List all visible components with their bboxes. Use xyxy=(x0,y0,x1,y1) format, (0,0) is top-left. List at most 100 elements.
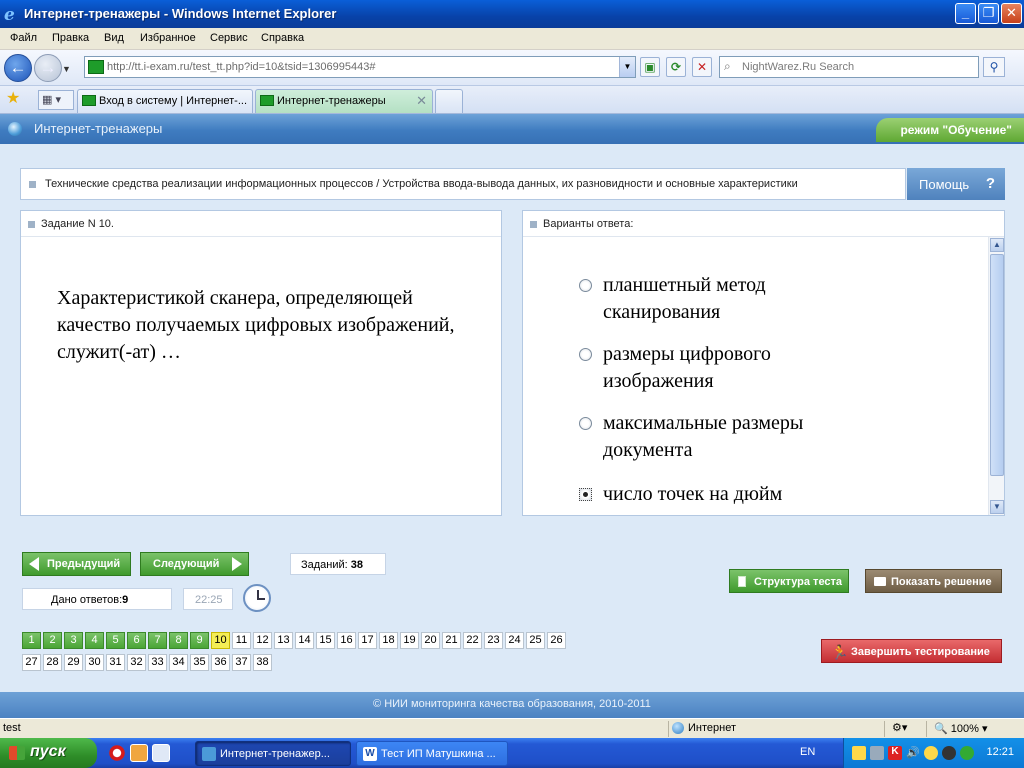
tray-icon[interactable] xyxy=(960,746,974,760)
zoom-level[interactable]: 🔍 100% ▾ xyxy=(934,722,987,735)
task-number-8[interactable]: 8 xyxy=(169,632,188,649)
task-number-16[interactable]: 16 xyxy=(337,632,356,649)
task-number-20[interactable]: 20 xyxy=(421,632,440,649)
help-button[interactable]: Помощь ? xyxy=(907,168,1005,200)
taskbar-item-ie[interactable]: Интернет-тренажер... xyxy=(195,741,351,766)
task-number-37[interactable]: 37 xyxy=(232,654,251,671)
task-number-25[interactable]: 25 xyxy=(526,632,545,649)
task-number-22[interactable]: 22 xyxy=(463,632,482,649)
answered-value: 9 xyxy=(122,594,129,606)
show-desktop-icon[interactable] xyxy=(152,744,170,762)
task-number-34[interactable]: 34 xyxy=(169,654,188,671)
task-number-9[interactable]: 9 xyxy=(190,632,209,649)
previous-button[interactable]: Предыдущий xyxy=(22,552,131,576)
menu-edit[interactable]: Правка xyxy=(52,32,89,44)
radio-button[interactable] xyxy=(579,279,592,292)
menu-help[interactable]: Справка xyxy=(261,32,304,44)
task-number-11[interactable]: 11 xyxy=(232,632,251,649)
next-button[interactable]: Следующий xyxy=(140,552,249,576)
favorites-star-icon[interactable]: ★ xyxy=(6,88,20,108)
task-number-6[interactable]: 6 xyxy=(127,632,146,649)
task-number-19[interactable]: 19 xyxy=(400,632,419,649)
address-dropdown-icon[interactable]: ▼ xyxy=(619,57,635,77)
task-number-30[interactable]: 30 xyxy=(85,654,104,671)
task-number-14[interactable]: 14 xyxy=(295,632,314,649)
close-button[interactable]: ✕ xyxy=(1001,3,1022,24)
task-number-15[interactable]: 15 xyxy=(316,632,335,649)
search-button[interactable]: ⚲ xyxy=(983,57,1005,77)
task-number-23[interactable]: 23 xyxy=(484,632,503,649)
compatibility-icon[interactable]: ▣ xyxy=(640,57,660,77)
search-placeholder: NightWarez.Ru Search xyxy=(742,61,855,73)
task-number-1[interactable]: 1 xyxy=(22,632,41,649)
tray-icon[interactable] xyxy=(870,746,884,760)
task-number-32[interactable]: 32 xyxy=(127,654,146,671)
test-structure-button[interactable]: Структура теста xyxy=(729,569,849,593)
quick-tabs-button[interactable]: ▦ ▾ xyxy=(38,90,74,110)
task-number-35[interactable]: 35 xyxy=(190,654,209,671)
book-icon xyxy=(874,577,886,586)
opera-icon[interactable] xyxy=(108,744,126,762)
task-number-28[interactable]: 28 xyxy=(43,654,62,671)
tab-trainers[interactable]: Интернет-тренажеры ✕ xyxy=(255,89,433,113)
menu-favorites[interactable]: Избранное xyxy=(140,32,196,44)
minimize-button[interactable]: _ xyxy=(955,3,976,24)
task-number-38[interactable]: 38 xyxy=(253,654,272,671)
volume-icon[interactable]: 🔊 xyxy=(906,746,920,760)
radio-button-selected[interactable] xyxy=(579,488,592,501)
task-number-36[interactable]: 36 xyxy=(211,654,230,671)
history-dropdown-icon[interactable]: ▼ xyxy=(62,64,71,74)
start-button[interactable]: пуск xyxy=(0,738,97,768)
task-number-2[interactable]: 2 xyxy=(43,632,62,649)
new-tab-button[interactable] xyxy=(435,89,463,113)
maximize-button[interactable]: ❐ xyxy=(978,3,999,24)
taskbar-item-word[interactable]: W Тест ИП Матушкина ... xyxy=(356,741,508,766)
forward-button[interactable]: → xyxy=(34,54,62,82)
task-number-24[interactable]: 24 xyxy=(505,632,524,649)
back-button[interactable]: ← xyxy=(4,54,32,82)
task-number-4[interactable]: 4 xyxy=(85,632,104,649)
task-number-3[interactable]: 3 xyxy=(64,632,83,649)
menu-view[interactable]: Вид xyxy=(104,32,124,44)
radio-button[interactable] xyxy=(579,348,592,361)
answer-text: размеры цифрового изображения xyxy=(603,343,771,392)
answers-scrollbar[interactable]: ▲ ▼ xyxy=(988,237,1004,515)
search-input[interactable]: ⌕ NightWarez.Ru Search xyxy=(719,56,979,78)
task-number-5[interactable]: 5 xyxy=(106,632,125,649)
tray-icon[interactable] xyxy=(852,746,866,760)
task-number-13[interactable]: 13 xyxy=(274,632,293,649)
radio-button[interactable] xyxy=(579,417,592,430)
task-number-12[interactable]: 12 xyxy=(253,632,272,649)
menu-tools[interactable]: Сервис xyxy=(210,32,248,44)
finish-test-button[interactable]: 🏃 Завершить тестирование xyxy=(821,639,1002,663)
scroll-up-icon[interactable]: ▲ xyxy=(990,238,1004,252)
tab-favicon xyxy=(260,95,274,106)
task-number-29[interactable]: 29 xyxy=(64,654,83,671)
menu-file[interactable]: Файл xyxy=(10,32,37,44)
task-number-27[interactable]: 27 xyxy=(22,654,41,671)
task-number-10[interactable]: 10 xyxy=(211,632,230,649)
show-solution-button[interactable]: Показать решение xyxy=(865,569,1002,593)
task-number-7[interactable]: 7 xyxy=(148,632,167,649)
tray-icon[interactable] xyxy=(942,746,956,760)
task-number-26[interactable]: 26 xyxy=(547,632,566,649)
address-bar[interactable]: http://tt.i-exam.ru/test_tt.php?id=10&ts… xyxy=(84,56,636,78)
protected-mode-icon[interactable]: ⚙▾ xyxy=(892,721,907,734)
tab-login[interactable]: Вход в систему | Интернет-... xyxy=(77,89,253,113)
task-number-33[interactable]: 33 xyxy=(148,654,167,671)
refresh-button[interactable]: ⟳ xyxy=(666,57,686,77)
scroll-thumb[interactable] xyxy=(990,254,1004,476)
stop-button[interactable]: ✕ xyxy=(692,57,712,77)
clock: 12:21 xyxy=(986,746,1014,758)
task-number-21[interactable]: 21 xyxy=(442,632,461,649)
language-indicator[interactable]: EN xyxy=(800,746,815,758)
task-number-17[interactable]: 17 xyxy=(358,632,377,649)
task-number-18[interactable]: 18 xyxy=(379,632,398,649)
scroll-down-icon[interactable]: ▼ xyxy=(990,500,1004,514)
task-number-31[interactable]: 31 xyxy=(106,654,125,671)
tab-close-icon[interactable]: ✕ xyxy=(416,93,427,109)
title-bar: e Интернет-тренажеры - Windows Internet … xyxy=(0,0,1024,28)
antivirus-icon[interactable]: K xyxy=(888,746,902,760)
tray-icon[interactable] xyxy=(924,746,938,760)
quicklaunch-icon[interactable] xyxy=(130,744,148,762)
